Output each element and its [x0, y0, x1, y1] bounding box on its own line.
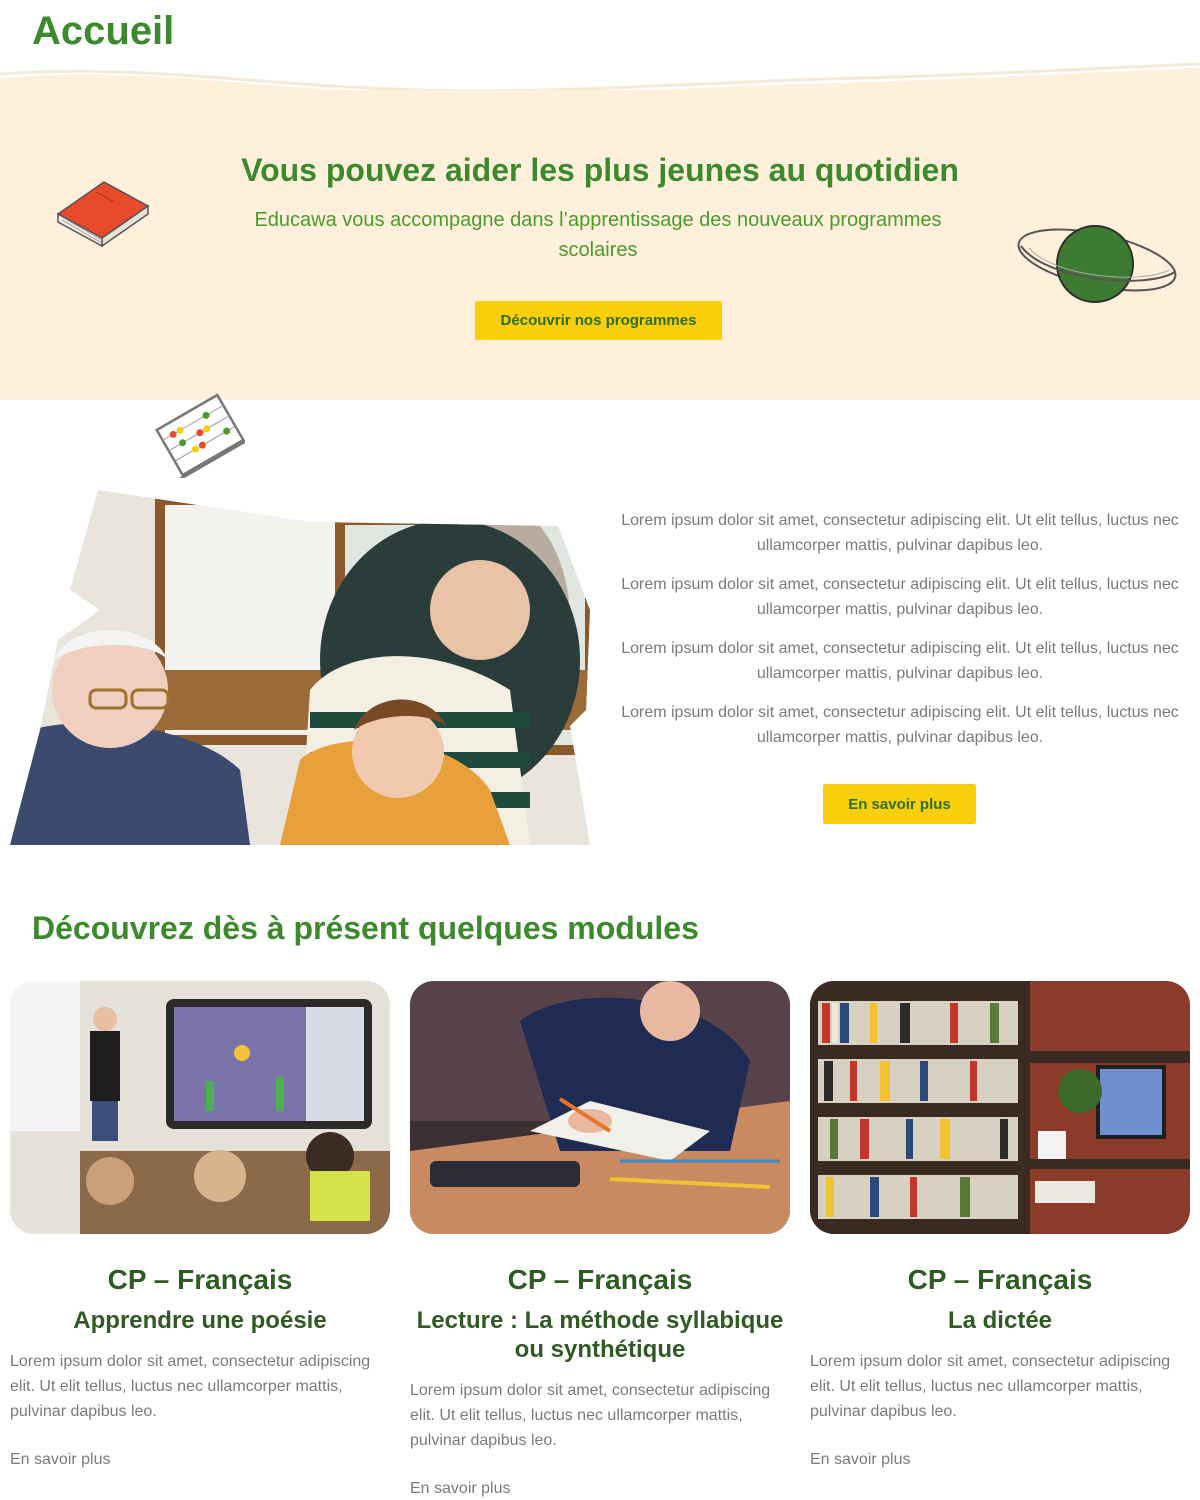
module-card: CP – Français Lecture : La méthode sylla… [410, 981, 790, 1499]
classroom-screen-photo[interactable] [10, 981, 390, 1234]
child-drawing-photo[interactable] [410, 981, 790, 1234]
hero-banner: Vous pouvez aider les plus jeunes au quo… [0, 60, 1200, 400]
module-learn-more-link[interactable]: En savoir plus [810, 1450, 1190, 1470]
module-learn-more-link[interactable]: En savoir plus [10, 1450, 390, 1470]
planet-icon [1017, 225, 1177, 303]
module-title: Lecture : La méthode syllabique ou synth… [416, 1307, 784, 1363]
bookshelf-photo[interactable] [810, 981, 1190, 1234]
module-level: CP – Français [907, 1264, 1093, 1295]
abacus-icon [155, 393, 245, 478]
module-level: CP – Français [107, 1264, 293, 1295]
grandparents-helping-child-photo [10, 490, 590, 845]
module-description: Lorem ipsum dolor sit amet, consectetur … [810, 1353, 1171, 1420]
intro-paragraph: Lorem ipsum dolor sit amet, consectetur … [621, 576, 1179, 618]
intro-paragraph: Lorem ipsum dolor sit amet, consectetur … [621, 704, 1179, 746]
module-card: CP – Français La dictée Lorem ipsum dolo… [810, 981, 1190, 1470]
module-card: CP – Français Apprendre une poésie Lorem… [10, 981, 390, 1470]
modules-heading: Découvrez dès à présent quelques modules [32, 910, 699, 946]
module-level: CP – Français [507, 1264, 693, 1295]
module-title: Apprendre une poésie [73, 1307, 327, 1334]
intro-paragraph: Lorem ipsum dolor sit amet, consectetur … [621, 512, 1179, 554]
learn-more-button[interactable]: En savoir plus [823, 784, 976, 824]
hero-subheading: Educawa vous accompagne dans l’apprentis… [254, 209, 942, 261]
module-description: Lorem ipsum dolor sit amet, consectetur … [10, 1353, 371, 1420]
page-title: Accueil [32, 9, 175, 53]
hero-heading: Vous pouvez aider les plus jeunes au quo… [241, 152, 959, 188]
discover-programs-button[interactable]: Découvrir nos programmes [475, 301, 722, 340]
module-learn-more-link[interactable]: En savoir plus [410, 1479, 790, 1499]
module-title: La dictée [947, 1307, 1053, 1334]
intro-paragraph: Lorem ipsum dolor sit amet, consectetur … [621, 640, 1179, 682]
module-description: Lorem ipsum dolor sit amet, consectetur … [410, 1382, 771, 1449]
intro-text-block: Lorem ipsum dolor sit amet, consectetur … [620, 508, 1180, 764]
